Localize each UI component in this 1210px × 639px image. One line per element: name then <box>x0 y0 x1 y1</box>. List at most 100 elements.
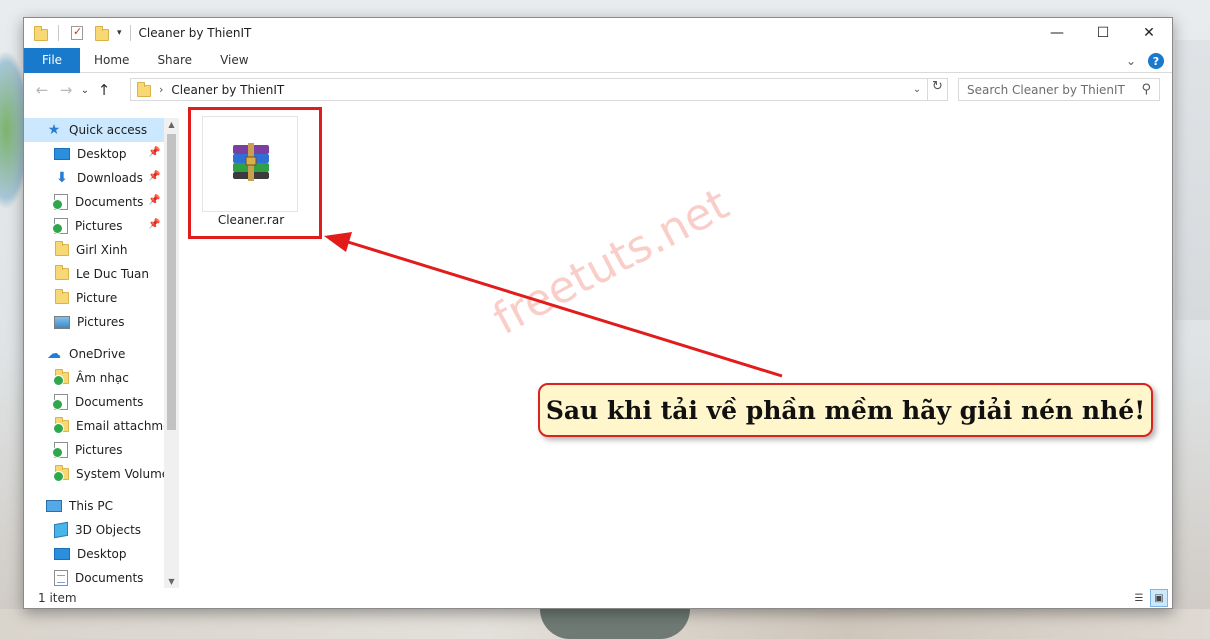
breadcrumb-separator[interactable]: › <box>159 83 163 96</box>
folder-icon <box>55 241 69 256</box>
address-folder-icon <box>137 81 151 97</box>
nav-item-onedrive-documents[interactable]: Documents <box>24 390 179 414</box>
details-view-icon[interactable]: ☰ <box>1130 589 1148 607</box>
window-controls: — ☐ ✕ <box>1034 18 1172 48</box>
back-button[interactable]: ← <box>30 81 54 99</box>
nav-item-system-volume[interactable]: System Volume I <box>24 462 179 486</box>
breadcrumb[interactable]: Cleaner by ThienIT <box>171 83 284 97</box>
close-button[interactable]: ✕ <box>1126 18 1172 48</box>
nav-label: Downloads <box>77 171 143 185</box>
recent-locations-button[interactable]: ⌄ <box>78 85 92 96</box>
nav-label: Documents <box>75 395 144 409</box>
nav-label: Picture <box>76 291 118 305</box>
expand-ribbon-icon[interactable]: ⌄ <box>1126 54 1136 68</box>
nav-label: Pictures <box>75 443 123 457</box>
pictures-icon <box>52 218 68 234</box>
folder-icon <box>53 417 69 434</box>
nav-item-am-nhac[interactable]: Âm nhạc <box>24 366 179 390</box>
nav-item-pc-documents[interactable]: Documents <box>24 566 179 588</box>
search-icon[interactable]: ⚲ <box>1141 82 1151 97</box>
documents-icon <box>52 194 68 210</box>
navigation-pane: ★ Quick access Desktop 📌 ⬇ Downloads 📌 D… <box>24 118 179 588</box>
nav-scrollbar[interactable]: ▲ ▼ <box>164 118 179 588</box>
address-dropdown-icon[interactable]: ⌄ <box>907 84 927 95</box>
item-count: 1 item <box>38 591 77 605</box>
nav-label: Le Duc Tuan <box>76 267 150 281</box>
desktop-icon <box>54 548 70 560</box>
nav-item-3d-objects[interactable]: 3D Objects <box>24 518 179 542</box>
address-controls: ⌄ ↻ <box>907 79 947 100</box>
scroll-up-icon[interactable]: ▲ <box>164 120 179 129</box>
nav-label: System Volume I <box>76 467 177 481</box>
window-title: Cleaner by ThienIT <box>138 26 252 40</box>
nav-item-picture[interactable]: Picture <box>24 286 179 310</box>
nav-item-pictures-2[interactable]: Pictures <box>24 310 179 334</box>
pictures-icon <box>52 442 68 458</box>
highlight-box <box>188 107 322 239</box>
scroll-down-icon[interactable]: ▼ <box>164 577 179 586</box>
star-icon: ★ <box>47 122 61 138</box>
tab-share[interactable]: Share <box>143 53 206 67</box>
large-icons-view-icon[interactable]: ▣ <box>1150 589 1168 607</box>
nav-item-downloads[interactable]: ⬇ Downloads 📌 <box>24 166 179 190</box>
address-row: ← → ⌄ ↑ › Cleaner by ThienIT ⌄ ↻ ⚲ <box>24 75 1172 105</box>
refresh-icon[interactable]: ↻ <box>927 79 947 100</box>
scrollbar-thumb[interactable] <box>167 134 176 430</box>
nav-label: Desktop <box>77 147 127 161</box>
nav-item-documents[interactable]: Documents 📌 <box>24 190 179 214</box>
maximize-button[interactable]: ☐ <box>1080 18 1126 48</box>
nav-item-pictures[interactable]: Pictures 📌 <box>24 214 179 238</box>
nav-item-le-duc-tuan[interactable]: Le Duc Tuan <box>24 262 179 286</box>
pin-icon[interactable]: 📌 <box>148 195 160 206</box>
documents-icon <box>54 570 68 586</box>
help-icon[interactable]: ? <box>1148 53 1164 69</box>
nav-item-email-attachments[interactable]: Email attachmer <box>24 414 179 438</box>
nav-label: Quick access <box>69 123 148 137</box>
minimize-button[interactable]: — <box>1034 18 1080 48</box>
nav-item-pc-desktop[interactable]: Desktop <box>24 542 179 566</box>
onedrive-icon: ☁ <box>47 346 61 362</box>
desktop-icon <box>54 148 70 160</box>
ribbon-right: ⌄ ? <box>1126 53 1164 69</box>
nav-item-girl-xinh[interactable]: Girl Xinh <box>24 238 179 262</box>
quick-access-separator <box>58 25 59 41</box>
folder-icon <box>34 25 50 41</box>
pin-icon[interactable]: 📌 <box>148 147 160 158</box>
title-separator <box>129 25 131 41</box>
search-box[interactable]: ⚲ <box>958 78 1160 101</box>
nav-label: Desktop <box>77 547 127 561</box>
nav-onedrive[interactable]: ☁ OneDrive <box>24 342 179 366</box>
documents-icon <box>52 394 68 410</box>
nav-item-onedrive-pictures[interactable]: Pictures <box>24 438 179 462</box>
nav-label: Pictures <box>77 315 125 329</box>
nav-this-pc[interactable]: This PC <box>24 494 179 518</box>
folder-icon <box>53 465 69 482</box>
view-switcher: ☰ ▣ <box>1130 589 1168 607</box>
new-folder-icon[interactable] <box>95 25 111 41</box>
up-button[interactable]: ↑ <box>92 81 116 99</box>
ribbon-tabs: File Home Share View ⌄ ? <box>24 47 1172 73</box>
address-bar[interactable]: › Cleaner by ThienIT ⌄ ↻ <box>130 78 948 101</box>
pin-icon[interactable]: 📌 <box>148 171 160 182</box>
forward-button[interactable]: → <box>54 81 78 99</box>
nav-label: Pictures <box>75 219 123 233</box>
nav-label: Girl Xinh <box>76 243 128 257</box>
nav-label: This PC <box>69 499 113 513</box>
pictures-icon <box>54 315 70 329</box>
pin-icon[interactable]: 📌 <box>148 219 160 230</box>
callout-note: Sau khi tải về phần mềm hãy giải nén nhé… <box>538 383 1153 437</box>
tab-file[interactable]: File <box>24 47 80 73</box>
customize-toolbar-icon[interactable]: ▾ <box>117 28 122 38</box>
folder-icon <box>55 265 69 280</box>
tab-home[interactable]: Home <box>80 53 143 67</box>
properties-icon[interactable] <box>69 25 85 41</box>
nav-label: Email attachmer <box>76 419 176 433</box>
nav-item-desktop[interactable]: Desktop 📌 <box>24 142 179 166</box>
this-pc-icon <box>46 500 62 512</box>
folder-icon <box>55 289 69 304</box>
tab-view[interactable]: View <box>206 53 262 67</box>
nav-quick-access[interactable]: ★ Quick access <box>24 118 164 142</box>
nav-label: Documents <box>75 571 144 585</box>
nav-label: 3D Objects <box>75 523 142 537</box>
search-input[interactable] <box>967 82 1132 97</box>
